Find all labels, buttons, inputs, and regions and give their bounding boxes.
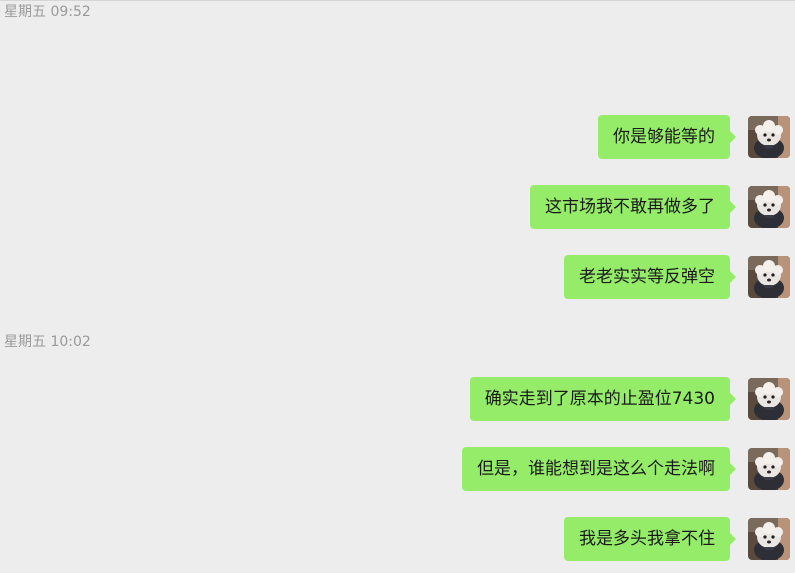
chat-window: 星期五 09:52 你是够能等的 这市场我不敢再做多了 老老实实等反弹空 星期五…: [0, 0, 795, 573]
message-bubble[interactable]: 确实走到了原本的止盈位7430: [469, 377, 737, 421]
avatar-image: [748, 186, 790, 228]
avatar[interactable]: [748, 116, 790, 158]
message-row: 这市场我不敢再做多了: [530, 185, 790, 229]
avatar[interactable]: [748, 448, 790, 490]
message-bubble[interactable]: 这市场我不敢再做多了: [530, 185, 736, 229]
message-row: 我是多头我拿不住: [564, 517, 790, 561]
avatar[interactable]: [748, 378, 790, 420]
avatar[interactable]: [748, 186, 790, 228]
message-bubble[interactable]: 但是，谁能想到是这么个走法啊: [462, 447, 736, 491]
message-row: 确实走到了原本的止盈位7430: [469, 377, 790, 421]
message-bubble[interactable]: 老老实实等反弹空: [564, 255, 736, 299]
avatar-image: [748, 518, 790, 560]
message-row: 老老实实等反弹空: [564, 255, 790, 299]
avatar[interactable]: [748, 256, 790, 298]
message-bubble[interactable]: 我是多头我拿不住: [564, 517, 736, 561]
avatar-image: [748, 256, 790, 298]
avatar-image: [748, 448, 790, 490]
timestamp: 星期五 10:02: [4, 334, 91, 350]
message-bubble[interactable]: 你是够能等的: [598, 115, 736, 159]
avatar-image: [748, 378, 790, 420]
message-row: 你是够能等的: [598, 115, 790, 159]
message-row: 但是，谁能想到是这么个走法啊: [462, 447, 790, 491]
avatar[interactable]: [748, 518, 790, 560]
top-divider: [0, 0, 795, 1]
timestamp: 星期五 09:52: [4, 4, 91, 20]
avatar-image: [748, 116, 790, 158]
